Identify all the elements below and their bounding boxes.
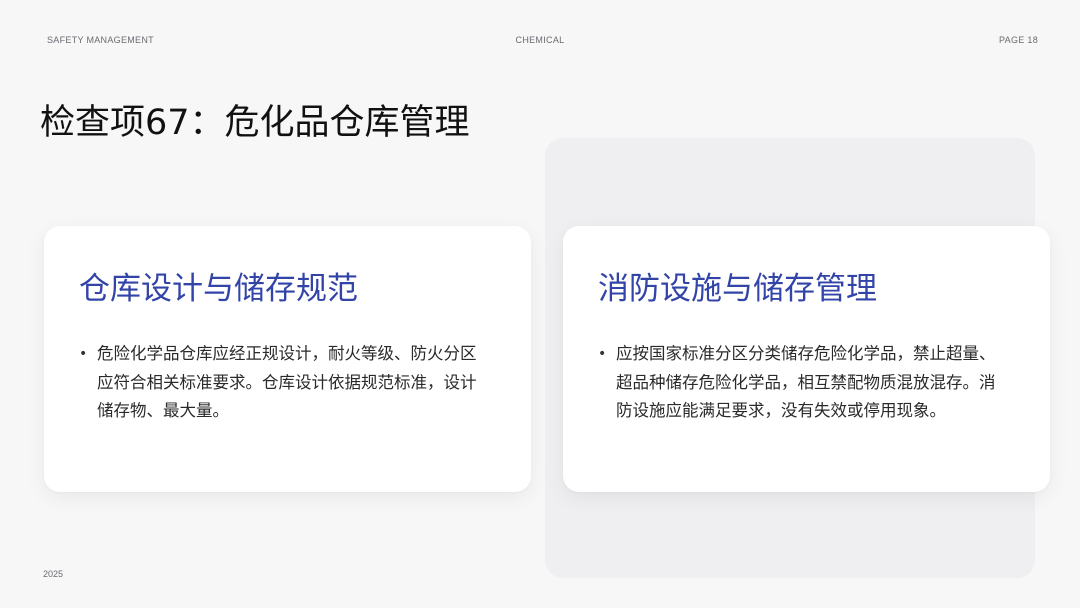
card-bullet-item: • 危险化学品仓库应经正规设计，耐火等级、防火分区应符合相关标准要求。仓库设计依…	[79, 340, 489, 426]
bullet-icon: •	[79, 346, 88, 362]
footer-year: 2025	[43, 569, 64, 579]
slide: SAFETY MANAGEMENT CHEMICAL PAGE 18 检查项67…	[0, 0, 1080, 608]
page-title: 检查项67：危化品仓库管理	[40, 103, 470, 143]
bullet-icon: •	[598, 346, 607, 362]
page-number: PAGE 18	[999, 35, 1038, 45]
card-title: 消防设施与储存管理	[598, 271, 877, 307]
header-center-label: CHEMICAL	[515, 35, 565, 45]
card-fire-facilities: 消防设施与储存管理 • 应按国家标准分区分类储存危险化学品，禁止超量、超品种储存…	[563, 226, 1050, 492]
card-bullet-item: • 应按国家标准分区分类储存危险化学品，禁止超量、超品种储存危险化学品，相互禁配…	[598, 340, 1008, 426]
card-text: 危险化学品仓库应经正规设计，耐火等级、防火分区应符合相关标准要求。仓库设计依据规…	[97, 344, 477, 420]
card-text: 应按国家标准分区分类储存危险化学品，禁止超量、超品种储存危险化学品，相互禁配物质…	[616, 344, 996, 420]
card-title: 仓库设计与储存规范	[79, 271, 358, 307]
card-storage-design: 仓库设计与储存规范 • 危险化学品仓库应经正规设计，耐火等级、防火分区应符合相关…	[44, 226, 531, 492]
